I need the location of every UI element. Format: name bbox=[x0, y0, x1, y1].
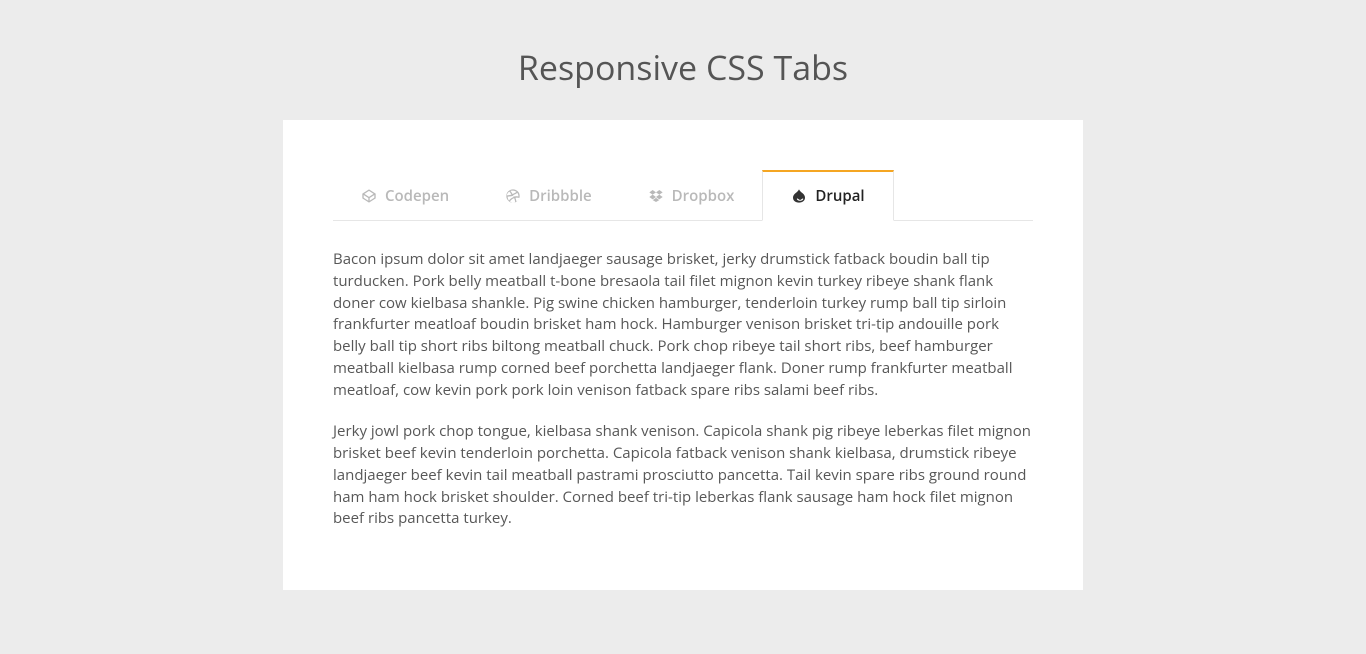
page-title: Responsive CSS Tabs bbox=[0, 0, 1366, 120]
tab-panel-drupal: Bacon ipsum dolor sit amet landjaeger sa… bbox=[333, 221, 1033, 530]
tab-label: Drupal bbox=[815, 186, 864, 206]
tab-drupal[interactable]: Drupal bbox=[762, 170, 893, 221]
dribbble-icon bbox=[505, 188, 521, 204]
content-paragraph: Bacon ipsum dolor sit amet landjaeger sa… bbox=[333, 249, 1033, 401]
content-paragraph: Jerky jowl pork chop tongue, kielbasa sh… bbox=[333, 421, 1033, 530]
tab-codepen[interactable]: Codepen bbox=[333, 170, 477, 221]
tab-dropbox[interactable]: Dropbox bbox=[620, 170, 763, 221]
drupal-icon bbox=[791, 188, 807, 204]
tab-label: Dropbox bbox=[672, 186, 735, 206]
tab-label: Dribbble bbox=[529, 186, 592, 206]
tab-dribbble[interactable]: Dribbble bbox=[477, 170, 620, 221]
tab-label: Codepen bbox=[385, 186, 449, 206]
dropbox-icon bbox=[648, 188, 664, 204]
tab-list: Codepen Dribbble Dropbox Drupal bbox=[333, 170, 1033, 221]
tabs-card: Codepen Dribbble Dropbox Drupal Bacon ip… bbox=[283, 120, 1083, 590]
codepen-icon bbox=[361, 188, 377, 204]
